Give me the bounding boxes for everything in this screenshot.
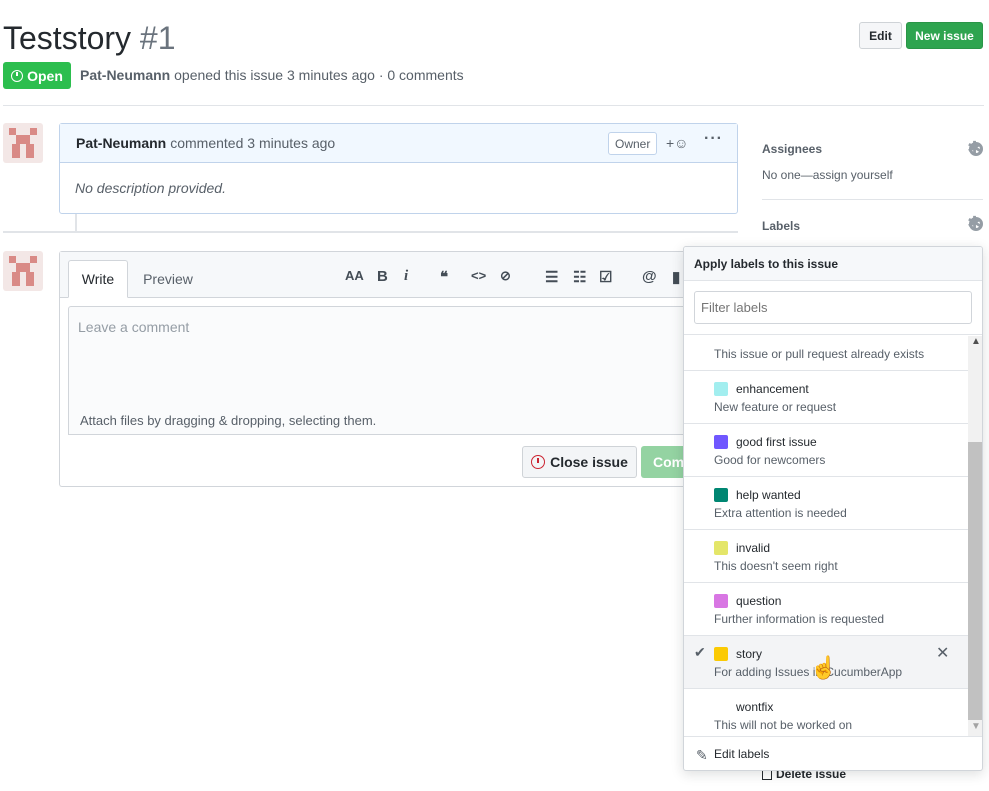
list-item[interactable]: enhancement New feature or request <box>684 371 968 424</box>
assignees-gear-icon[interactable] <box>967 138 983 159</box>
issue-opened-icon <box>11 69 24 82</box>
link-icon[interactable]: ⊘ <box>500 268 511 284</box>
pencil-icon: ✎ <box>696 747 708 763</box>
timeline-end-divider <box>3 231 738 233</box>
label-name: good first issue <box>736 435 817 449</box>
status-label: Open <box>27 67 63 84</box>
tab-write[interactable]: Write <box>68 260 128 298</box>
list-item[interactable]: question Further information is requeste… <box>684 583 968 636</box>
task-list-icon[interactable]: ☑ <box>599 268 612 286</box>
label-description: This will not be worked on <box>714 718 853 732</box>
labels-heading[interactable]: Labels <box>762 219 800 233</box>
issue-number: #1 <box>139 20 176 56</box>
list-item[interactable]: wontfix This will not be worked on <box>684 689 968 736</box>
label-description: This doesn't seem right <box>714 559 838 573</box>
status-badge: Open <box>3 62 71 89</box>
labels-popover: Apply labels to this issue This issue or… <box>683 246 983 771</box>
label-swatch <box>714 541 728 555</box>
assignees-heading[interactable]: Assignees <box>762 142 822 156</box>
label-name: question <box>736 594 782 608</box>
label-name: help wanted <box>736 488 801 502</box>
edit-labels-link[interactable]: ✎ Edit labels <box>684 736 982 770</box>
timeline-line <box>75 214 77 232</box>
label-description: This issue or pull request already exist… <box>714 347 925 361</box>
tab-preview[interactable]: Preview <box>136 260 200 298</box>
numbered-list-icon[interactable]: ☷ <box>573 268 586 286</box>
label-name: enhancement <box>736 382 809 396</box>
bullet-list-icon[interactable]: ☰ <box>545 268 558 286</box>
label-swatch <box>714 435 728 449</box>
italic-icon[interactable]: i <box>404 268 408 285</box>
edit-button[interactable]: Edit <box>859 22 902 49</box>
owner-badge: Owner <box>608 132 658 155</box>
labels-gear-icon[interactable] <box>967 213 983 234</box>
close-issue-button[interactable]: Close issue <box>522 446 637 478</box>
label-swatch <box>714 488 728 502</box>
assignees-value[interactable]: No one—assign yourself <box>762 168 893 182</box>
code-icon[interactable]: <> <box>471 268 486 283</box>
label-name: story <box>736 647 763 661</box>
avatar[interactable] <box>3 251 43 291</box>
list-item[interactable]: invalid This doesn't seem right <box>684 530 968 583</box>
issue-closed-icon <box>531 455 546 469</box>
label-swatch <box>714 594 728 608</box>
scrollbar-thumb[interactable] <box>968 442 982 720</box>
mention-icon[interactable]: @ <box>642 268 657 285</box>
saved-reply-icon[interactable]: ▮ <box>672 268 680 286</box>
popover-title: Apply labels to this issue <box>684 247 982 281</box>
filter-labels-input[interactable] <box>694 291 972 324</box>
issue-title-text: Teststory <box>3 20 132 56</box>
issue-meta-text: opened this issue 3 minutes ago · 0 comm… <box>174 67 464 83</box>
label-description: Good for newcomers <box>714 453 826 467</box>
check-icon: ✔ <box>694 644 706 660</box>
scroll-up-icon[interactable]: ▲ <box>971 336 981 347</box>
remove-label-icon[interactable]: ✕ <box>936 643 949 663</box>
issue-comment: Pat-Neumann commented 3 minutes ago Owne… <box>59 123 738 214</box>
list-item[interactable]: This issue or pull request already exist… <box>684 336 968 371</box>
new-issue-button[interactable]: New issue <box>906 22 983 49</box>
avatar[interactable] <box>3 123 43 163</box>
label-name: invalid <box>736 541 771 555</box>
comment-menu-icon[interactable]: ··· <box>704 130 723 148</box>
label-swatch <box>714 700 728 714</box>
comment-author[interactable]: Pat-Neumann <box>76 135 166 151</box>
issue-author-link[interactable]: Pat-Neumann <box>80 67 170 83</box>
hand-cursor-icon: ☝ <box>810 655 838 680</box>
comment-textarea[interactable]: Leave a comment <box>68 306 698 407</box>
label-name: wontfix <box>736 700 774 714</box>
bold-icon[interactable]: B <box>377 268 388 285</box>
issue-title: Teststory #1 <box>3 18 176 58</box>
comment-composer: Write Preview AA B i ❝ <> ⊘ ☰ ☷ ☑ @ ▮ Le… <box>59 251 701 487</box>
comment-body: No description provided. <box>75 180 226 196</box>
label-description: Extra attention is needed <box>714 506 847 520</box>
attach-files-bar[interactable]: Attach files by dragging & dropping, sel… <box>68 406 698 435</box>
text-size-icon[interactable]: AA <box>345 268 364 283</box>
header-divider <box>3 105 984 106</box>
label-description: For adding Issues in CucumberApp <box>714 665 903 679</box>
edit-labels-label: Edit labels <box>714 747 770 761</box>
list-item[interactable]: good first issue Good for newcomers <box>684 424 968 477</box>
label-description: Further information is requested <box>714 612 885 626</box>
scroll-down-icon[interactable]: ▼ <box>971 721 981 732</box>
issue-meta: Pat-Neumann opened this issue 3 minutes … <box>80 67 464 83</box>
list-item[interactable]: help wanted Extra attention is needed <box>684 477 968 530</box>
close-issue-label: Close issue <box>550 454 628 470</box>
sidebar-divider <box>762 199 983 200</box>
comment-time[interactable]: commented 3 minutes ago <box>170 135 335 151</box>
filter-wrap <box>684 281 982 335</box>
add-reaction-icon[interactable]: +☺ <box>666 135 688 151</box>
label-swatch <box>714 647 728 661</box>
label-description: New feature or request <box>714 400 837 414</box>
quote-icon[interactable]: ❝ <box>440 268 448 286</box>
label-swatch <box>714 382 728 396</box>
